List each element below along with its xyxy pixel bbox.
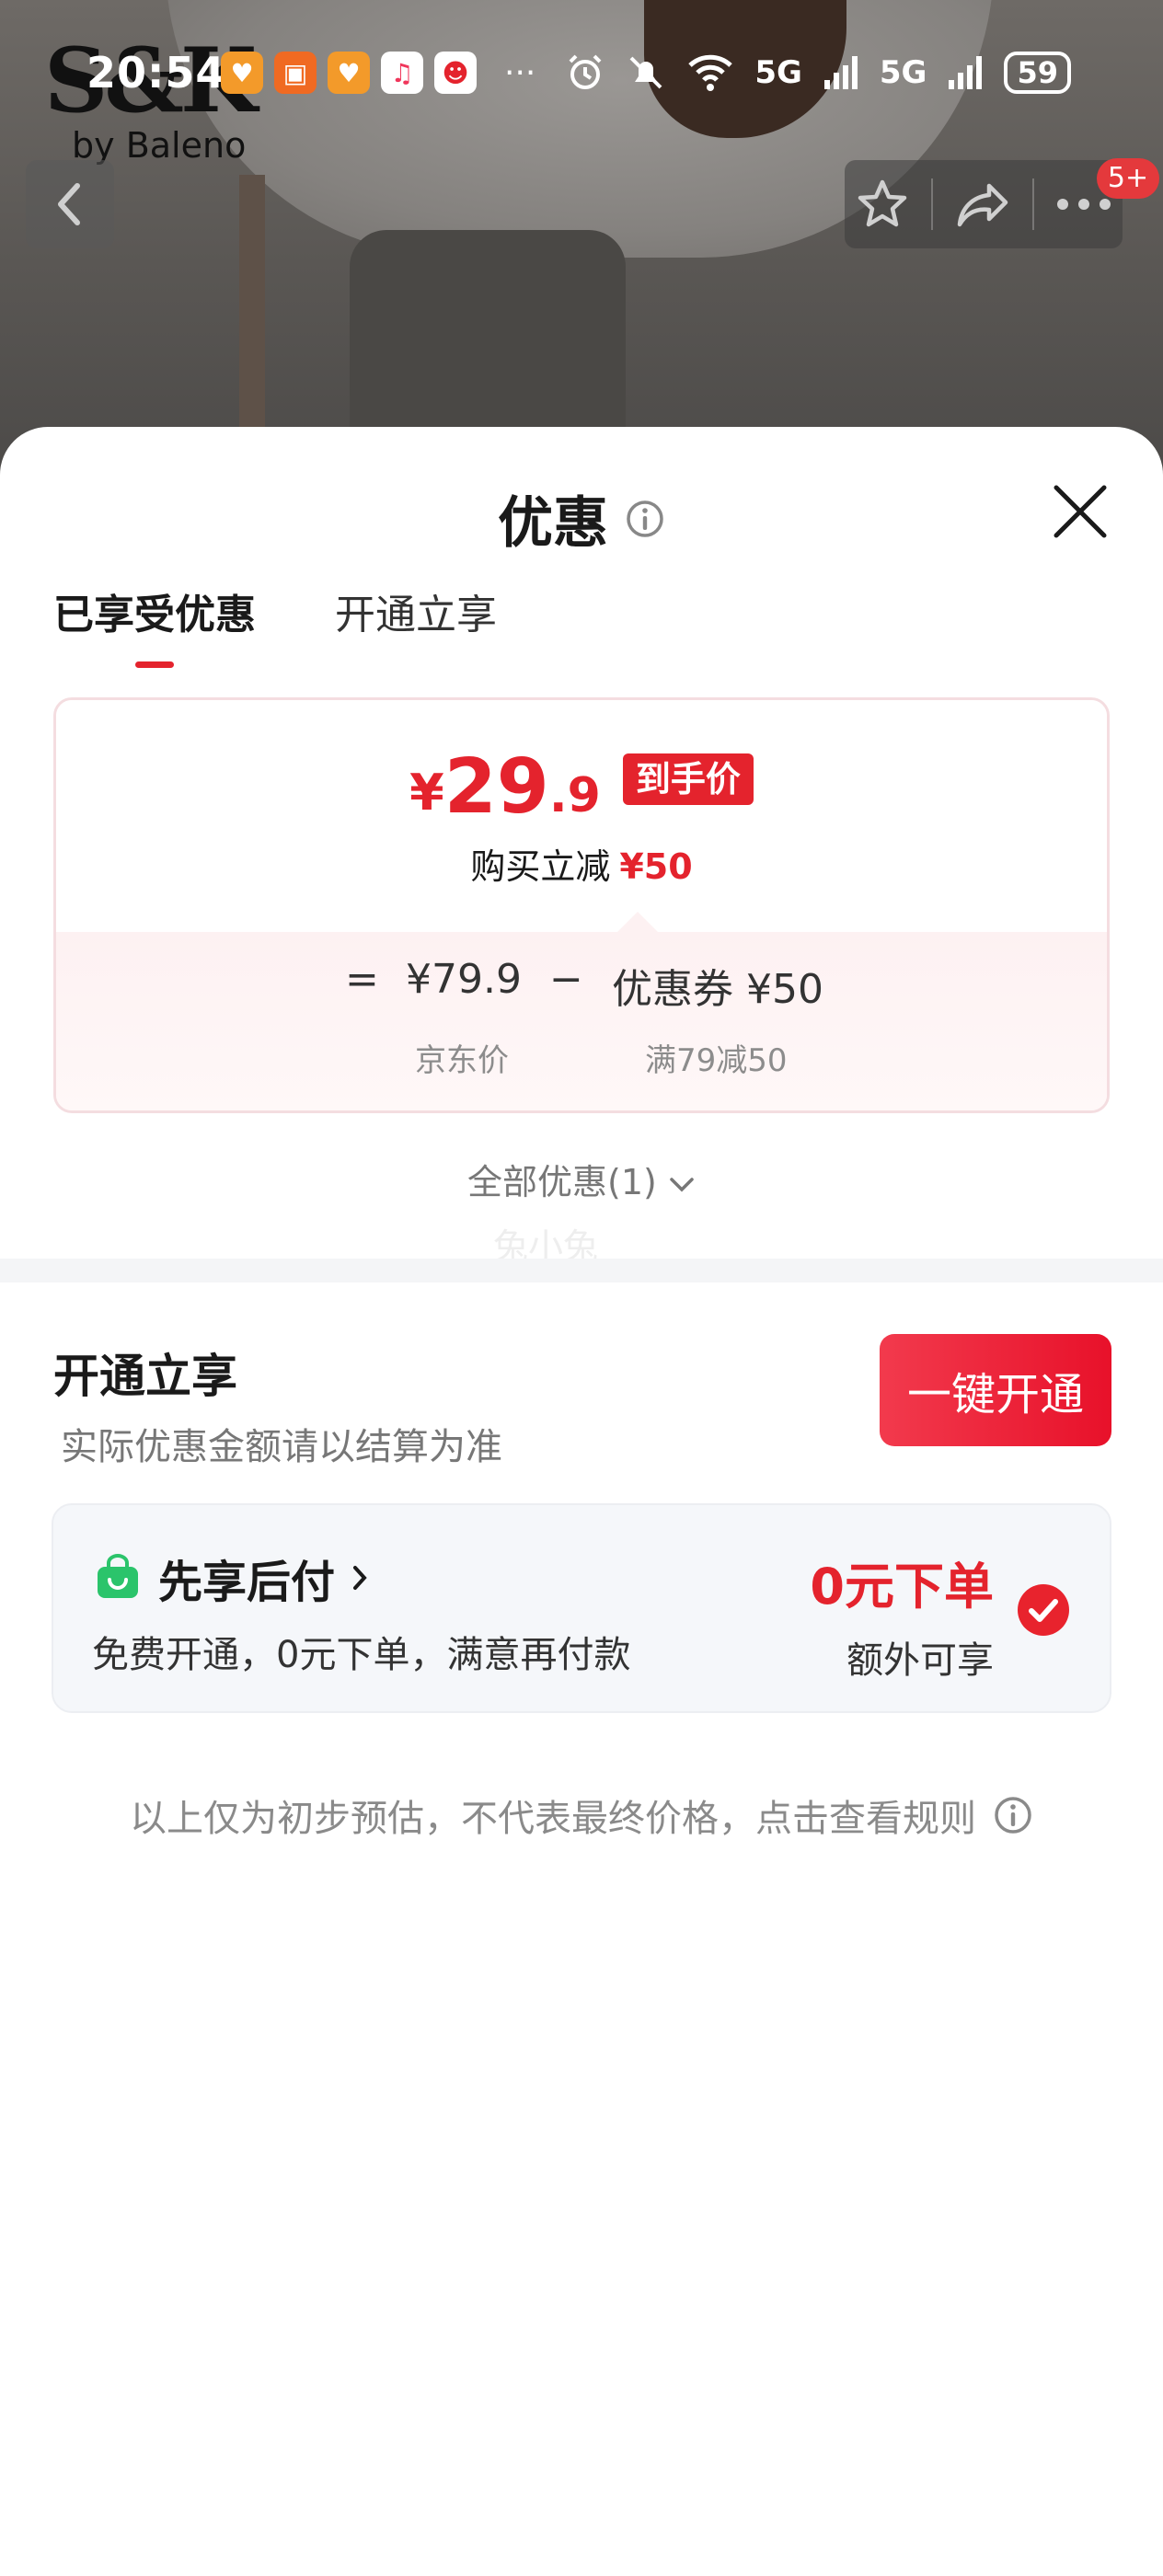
instant-discount-amount: ¥50 <box>619 846 693 887</box>
pay-later-description: 免费开通，0元下单，满意再付款 <box>92 1634 631 1676</box>
jd-price: ¥79.9 <box>406 956 522 1003</box>
info-icon <box>995 1797 1031 1834</box>
more-notifications-icon: ··· <box>504 53 536 92</box>
nav-separator <box>1031 178 1034 230</box>
star-icon[interactable] <box>855 177 910 232</box>
status-bar: 20:54 ♥ ▣ ♥ ♫ ☻ ··· 5G 5G 59 <box>0 40 1163 105</box>
final-price-section: ¥ 29 .9 到手价 购买立减 ¥50 <box>56 700 1107 932</box>
sheet-header: 优惠 <box>0 478 1163 558</box>
more-icon[interactable] <box>1055 195 1112 213</box>
wallet-app-icon: ▣ <box>274 52 317 94</box>
price-disclaimer[interactable]: 以上仅为初步预估，不代表最终价格，点击查看规则 <box>0 1788 1163 1842</box>
all-discounts-toggle[interactable]: 全部优惠(1) <box>0 1154 1163 1204</box>
alarm-icon <box>569 54 602 89</box>
instant-discount: 购买立减 ¥50 <box>56 838 1107 889</box>
wifi-icon <box>688 54 733 91</box>
coupon-amount: 优惠券 ¥50 <box>612 966 823 1013</box>
pay-later-highlight-sub: 额外可享 <box>846 1639 994 1682</box>
heart-app-icon: ♥ <box>328 52 370 94</box>
section-divider <box>0 1259 1163 1282</box>
tab-open-enjoy[interactable]: 开通立享 <box>335 581 497 668</box>
status-indicators: 5G 5G 59 <box>565 52 1071 94</box>
chevron-right-icon <box>353 1566 367 1590</box>
mute-bell-icon <box>629 56 662 89</box>
network-type-2: 5G <box>879 54 927 91</box>
pay-later-title: 先享后付 <box>158 1557 336 1608</box>
price-breakdown: = ¥79.9 − 优惠券 ¥50 京东价 满79减50 <box>56 912 1107 1110</box>
sheet-title: 优惠 <box>498 491 608 556</box>
notification-icons: ♥ ▣ ♥ ♫ ☻ <box>221 52 477 94</box>
open-section-subtitle: 实际优惠金额请以结算为准 <box>61 1426 502 1468</box>
heart-app-icon: ♥ <box>221 52 263 94</box>
close-icon[interactable] <box>1051 482 1110 541</box>
breakdown-notch <box>617 912 658 932</box>
tab-enjoyed-discounts[interactable]: 已享受优惠 <box>53 581 256 668</box>
pay-later-header: 先享后付 <box>94 1546 370 1610</box>
final-price-tag: 到手价 <box>622 753 754 805</box>
all-discounts-label: 全部优惠(1) <box>467 1162 657 1202</box>
instant-discount-label: 购买立减 <box>470 846 611 887</box>
minus-sign: − <box>549 956 583 1003</box>
open-section-title: 开通立享 <box>53 1350 237 1403</box>
status-time: 20:54 <box>86 48 226 98</box>
battery-icon: 59 <box>1004 52 1071 94</box>
price-card: ¥ 29 .9 到手价 购买立减 ¥50 = ¥79.9 − 优惠券 ¥50 京东… <box>53 697 1110 1113</box>
signal-icon <box>949 56 983 89</box>
chevron-left-icon <box>58 183 80 225</box>
signal-icon <box>823 56 858 89</box>
share-icon[interactable] <box>954 178 1011 230</box>
jd-app-icon: ☻ <box>434 52 477 94</box>
music-app-icon: ♫ <box>381 52 423 94</box>
chevron-down-icon <box>670 1178 694 1192</box>
pay-later-highlight: 0元下单 <box>810 1558 994 1616</box>
coupon-condition: 满79减50 <box>645 1042 788 1079</box>
jd-price-label: 京东价 <box>415 1042 509 1079</box>
discount-sheet: 优惠 已享受优惠 开通立享 ¥ 29 .9 到手价 购买立减 ¥50 = ¥79… <box>0 427 1163 2576</box>
shopping-bag-icon <box>98 1554 138 1598</box>
final-price: ¥ 29 .9 到手价 <box>56 750 1107 825</box>
nav-action-group <box>845 160 1123 248</box>
network-type-1: 5G <box>754 54 802 91</box>
back-button[interactable] <box>26 160 114 248</box>
checkmark-icon[interactable] <box>1016 1582 1071 1638</box>
price-integer: 29 <box>443 743 549 831</box>
disclaimer-text: 以上仅为初步预估，不代表最终价格，点击查看规则 <box>130 1798 976 1840</box>
price-decimal: .9 <box>548 768 601 823</box>
nav-separator <box>931 178 934 230</box>
equals-sign: = <box>345 956 379 1003</box>
message-count-badge: 5+ <box>1097 158 1159 199</box>
price-currency: ¥ <box>409 764 444 822</box>
info-icon[interactable] <box>625 499 665 539</box>
discount-tabs: 已享受优惠 开通立享 <box>53 581 497 668</box>
one-click-open-button[interactable]: 一键开通 <box>880 1334 1111 1446</box>
pay-later-card[interactable]: 先享后付 免费开通，0元下单，满意再付款 0元下单 额外可享 <box>52 1503 1111 1713</box>
